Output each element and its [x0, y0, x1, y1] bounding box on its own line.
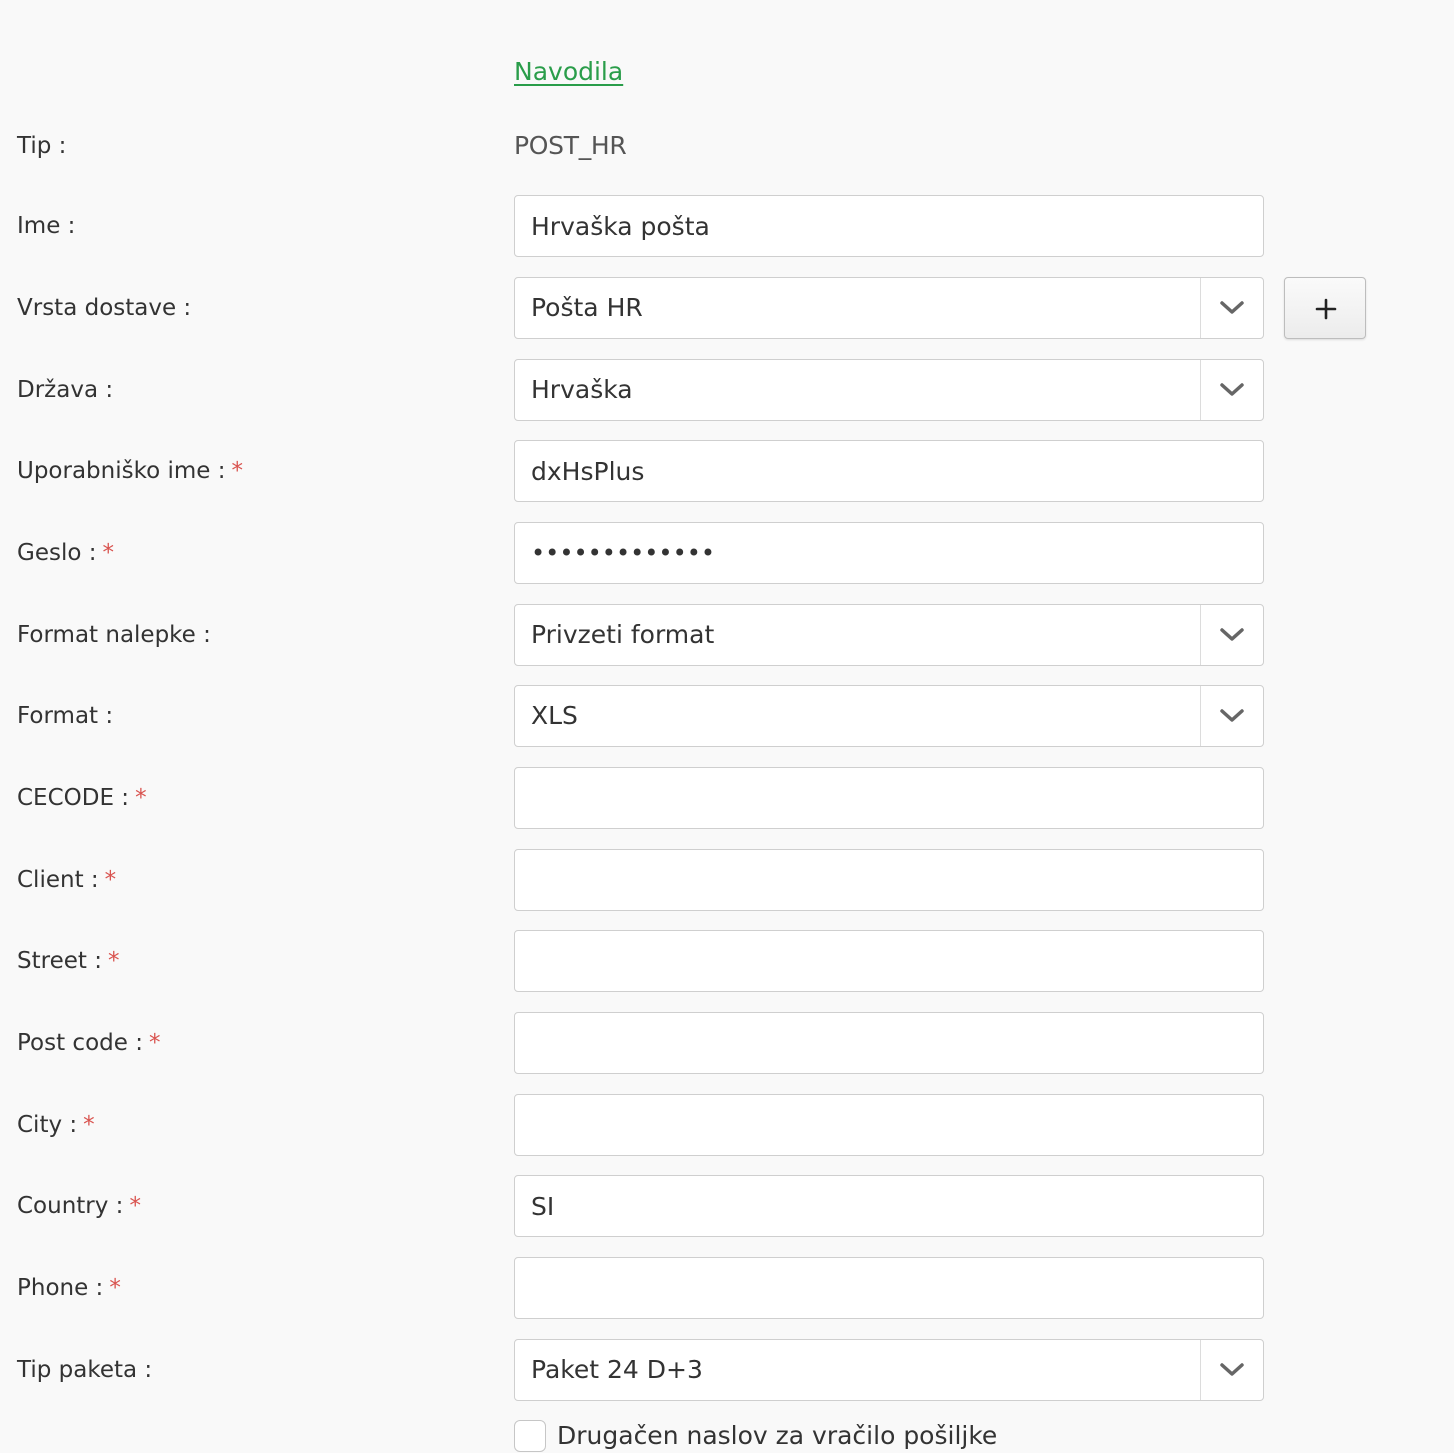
required-asterisk: * — [231, 458, 244, 484]
label-phone: Phone : * — [17, 1275, 121, 1301]
row-client: Client : * — [0, 849, 1454, 911]
chevron-down-icon[interactable] — [1200, 605, 1263, 665]
label-street: Street : * — [17, 948, 120, 974]
client-input[interactable] — [514, 849, 1264, 911]
label-drzava: Država : — [17, 377, 114, 403]
required-asterisk: * — [135, 785, 147, 811]
post-code-input[interactable] — [514, 1012, 1264, 1074]
label-cecode: CECODE : * — [17, 785, 147, 811]
row-phone: Phone : * — [0, 1257, 1454, 1319]
row-city: City : * — [0, 1094, 1454, 1156]
phone-input[interactable] — [514, 1257, 1264, 1319]
required-asterisk: * — [83, 1112, 95, 1138]
street-input[interactable] — [514, 930, 1264, 992]
password-input[interactable] — [514, 522, 1264, 584]
chevron-down-icon[interactable] — [1200, 686, 1263, 746]
required-asterisk: * — [107, 948, 120, 974]
drzava-selected: Hrvaška — [531, 375, 633, 404]
ime-input[interactable] — [514, 195, 1264, 257]
row-ime: Ime : — [0, 195, 1454, 257]
label-format-nalepke: Format nalepke : — [17, 622, 211, 648]
return-address-checkbox[interactable] — [514, 1420, 546, 1452]
drzava-select[interactable]: Hrvaška — [514, 359, 1264, 421]
username-input[interactable] — [514, 440, 1264, 502]
format-nalepke-select[interactable]: Privzeti format — [514, 604, 1264, 666]
tip-paketa-select[interactable]: Paket 24 D+3 — [514, 1339, 1264, 1401]
vrsta-dostave-selected: Pošta HR — [531, 293, 643, 322]
required-asterisk: * — [102, 540, 114, 566]
label-tip-paketa: Tip paketa : — [17, 1357, 153, 1383]
label-ime: Ime : — [17, 213, 76, 239]
country-input[interactable] — [514, 1175, 1264, 1237]
tip-paketa-selected: Paket 24 D+3 — [531, 1355, 703, 1384]
row-drzava: Država : Hrvaška — [0, 359, 1454, 421]
row-format: Format : XLS — [0, 685, 1454, 747]
required-asterisk: * — [148, 1030, 161, 1056]
format-select[interactable]: XLS — [514, 685, 1264, 747]
row-street: Street : * — [0, 930, 1454, 992]
row-tip: Tip : POST_HR — [0, 115, 1454, 177]
row-post-code: Post code : * — [0, 1012, 1454, 1074]
return-address-label[interactable]: Drugačen naslov za vračilo pošiljke — [557, 1418, 997, 1453]
chevron-down-icon[interactable] — [1200, 1340, 1263, 1400]
label-post-code: Post code : * — [17, 1030, 161, 1056]
label-city: City : * — [17, 1112, 95, 1138]
chevron-down-icon[interactable] — [1200, 360, 1263, 420]
row-geslo: Geslo : * — [0, 522, 1454, 584]
chevron-down-icon[interactable] — [1200, 278, 1263, 338]
plus-icon — [1315, 298, 1337, 320]
city-input[interactable] — [514, 1094, 1264, 1156]
cecode-input[interactable] — [514, 767, 1264, 829]
label-country: Country : * — [17, 1193, 141, 1219]
format-nalepke-selected: Privzeti format — [531, 620, 715, 649]
format-selected: XLS — [531, 701, 578, 730]
required-asterisk: * — [129, 1193, 141, 1219]
vrsta-dostave-select[interactable]: Pošta HR — [514, 277, 1264, 339]
value-tip: POST_HR — [514, 131, 627, 160]
label-vrsta-dostave: Vrsta dostave : — [17, 295, 192, 321]
label-format: Format : — [17, 703, 114, 729]
label-uporabnisko-ime: Uporabniško ime : * — [17, 458, 244, 484]
label-geslo: Geslo : * — [17, 540, 114, 566]
row-vrsta-dostave: Vrsta dostave : Pošta HR — [0, 277, 1454, 339]
row-cecode: CECODE : * — [0, 767, 1454, 829]
row-country: Country : * — [0, 1175, 1454, 1237]
instructions-link[interactable]: Navodila — [514, 57, 623, 86]
required-asterisk: * — [109, 1275, 121, 1301]
required-asterisk: * — [104, 867, 117, 893]
add-delivery-type-button[interactable] — [1284, 277, 1366, 339]
row-uporabnisko-ime: Uporabniško ime : * — [0, 440, 1454, 502]
row-format-nalepke: Format nalepke : Privzeti format — [0, 604, 1454, 666]
carrier-settings-form: Navodila Tip : POST_HR Ime : Vrsta dosta… — [0, 0, 1454, 1453]
label-tip: Tip : — [17, 133, 67, 159]
row-tip-paketa: Tip paketa : Paket 24 D+3 — [0, 1339, 1454, 1401]
label-client: Client : * — [17, 867, 117, 893]
